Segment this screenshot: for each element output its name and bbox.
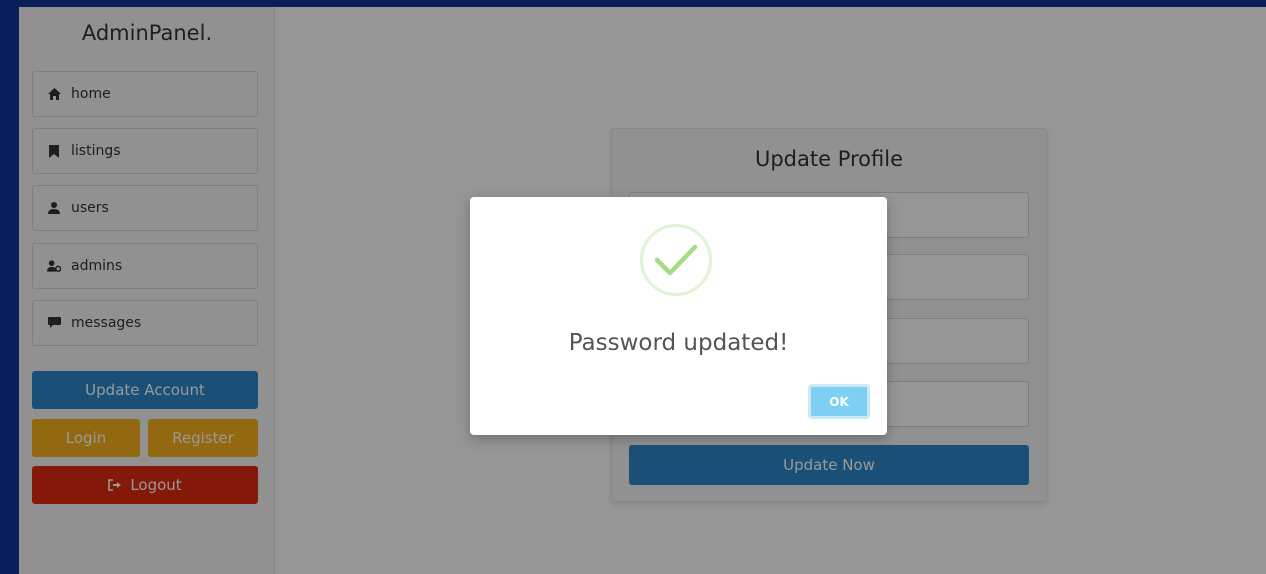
alert-message: Password updated! — [568, 330, 789, 356]
success-check-icon — [640, 224, 712, 296]
app-window: AdminPanel. home listings users admins m… — [19, 7, 1266, 574]
alert-dialog: Password updated! OK — [470, 197, 887, 435]
ok-button[interactable]: OK — [808, 384, 870, 419]
